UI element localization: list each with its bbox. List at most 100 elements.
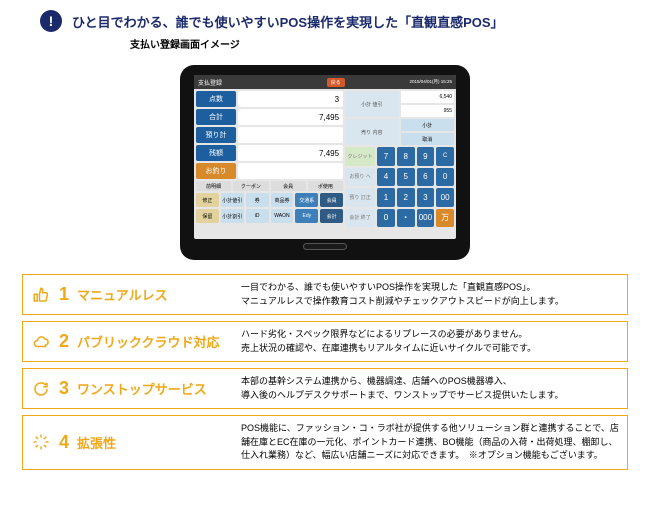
strip-cell[interactable]: 小計割引	[221, 209, 244, 223]
keypad-key-0[interactable]: 0	[436, 168, 454, 187]
change-label: お釣り	[196, 163, 236, 179]
pos-screen: 支払登録 戻る 2015/04/01(月) 15:25 点数3 合計7,495 …	[194, 75, 456, 239]
count-label: 点数	[196, 91, 236, 107]
keypad-key-00[interactable]: 00	[436, 188, 454, 207]
feature-desc: 本部の基幹システム連携から、機器調達、店舗へのPOS機器導入、導入後のヘルプデス…	[233, 369, 627, 408]
small-cell[interactable]: ポ使用	[308, 181, 343, 191]
feature-left: 1 マニュアルレス	[23, 275, 233, 314]
feature-desc: ハード劣化・スペック限界などによるリプレースの必要がありません。売上状況の確認や…	[233, 322, 627, 361]
cycle-icon	[31, 379, 51, 399]
strip-cell[interactable]: 商品券	[271, 193, 294, 207]
azukari-cell[interactable]: 預り 訂正	[345, 188, 375, 207]
keypad-key-5[interactable]: 5	[397, 168, 415, 187]
hero-subtitle: 支払い登録画面イメージ	[130, 36, 610, 51]
strip-1: 修正 小計値引 券 商品券 交通系 会員	[196, 193, 343, 207]
feature-left: 3 ワンストップサービス	[23, 369, 233, 408]
total-label: 合計	[196, 109, 236, 125]
right-top: 小計 値引 売り 内容 6,540 955 小計 取消	[345, 91, 454, 145]
pos-main: 点数3 合計7,495 預り計 残額7,495 お釣り 前明細 クーポン 会員 …	[194, 89, 456, 239]
credit-cell[interactable]: クレジット	[345, 147, 375, 166]
topbar-title: 支払登録	[198, 78, 222, 87]
feature-title: マニュアルレス	[77, 285, 168, 304]
feature-title: ワンストップサービス	[77, 379, 207, 398]
sub-cell[interactable]: 取消	[401, 133, 454, 145]
back-button[interactable]: 戻る	[327, 78, 345, 87]
keypad-key-1[interactable]: 1	[377, 188, 395, 207]
keypad-key-6[interactable]: 6	[417, 168, 435, 187]
strip-cell[interactable]: 券	[246, 193, 269, 207]
deposit-label: 預り計	[196, 127, 236, 143]
keypad-key-0[interactable]: 0	[377, 209, 395, 228]
keypad-key-3[interactable]: 3	[417, 188, 435, 207]
small-cell[interactable]: クーポン	[233, 181, 268, 191]
feature-title: 拡張性	[77, 433, 116, 452]
hero-head: ! ひと目でわかる、誰でも使いやすいPOS操作を実現した「直観直感POS」	[40, 10, 610, 32]
pos-topbar: 支払登録 戻る 2015/04/01(月) 15:25	[194, 75, 456, 89]
small-row: 前明細 クーポン 会員 ポ使用	[196, 181, 343, 191]
exclamation-icon: !	[40, 10, 62, 32]
feature-number: 1	[59, 284, 69, 305]
keypad-key-9[interactable]: 9	[417, 147, 435, 166]
kaikei-cell[interactable]: 会計 終了	[345, 209, 375, 228]
deposit-value	[238, 127, 343, 143]
topbar-right: 2015/04/01(月) 15:25	[409, 80, 452, 85]
rtop-right: 6,540 955 小計 取消	[401, 91, 454, 145]
mini-amount: 6,540	[401, 91, 454, 103]
keypad-key-・[interactable]: ・	[397, 209, 415, 228]
small-cell[interactable]: 前明細	[196, 181, 231, 191]
feature-number: 2	[59, 331, 69, 352]
rtop-cell[interactable]: 小計 値引	[345, 91, 398, 117]
feature-desc: 一目でわかる、誰でも使いやすいPOS操作を実現した「直観直感POS」。マニュアル…	[233, 275, 627, 314]
feature-1: 1 マニュアルレス 一目でわかる、誰でも使いやすいPOS操作を実現した「直観直感PO…	[22, 274, 628, 315]
keypad-key-万[interactable]: 万	[436, 209, 454, 228]
strip-cell[interactable]: 修正	[196, 193, 219, 207]
hero-title: ひと目でわかる、誰でも使いやすいPOS操作を実現した「直観直感POS」	[72, 12, 504, 31]
feature-desc: POS機能に、ファッション・コ・ラボ社が提供する他ソリューション群と連携すること…	[233, 416, 627, 469]
keypad-key-000[interactable]: 000	[417, 209, 435, 228]
keypad-key-4[interactable]: 4	[377, 168, 395, 187]
tablet-mockup: 支払登録 戻る 2015/04/01(月) 15:25 点数3 合計7,495 …	[180, 65, 470, 260]
change-value	[238, 163, 343, 179]
rtop-cell[interactable]: 売り 内容	[345, 119, 398, 145]
hero: ! ひと目でわかる、誰でも使いやすいPOS操作を実現した「直観直感POS」 支払…	[0, 0, 650, 57]
pos-right: 小計 値引 売り 内容 6,540 955 小計 取消 クレジット お預り へ …	[345, 91, 454, 237]
pos-left: 点数3 合計7,495 預り計 残額7,495 お釣り 前明細 クーポン 会員 …	[196, 91, 343, 237]
strip-cell[interactable]: 会計	[320, 209, 343, 223]
sub-cell[interactable]: 小計	[401, 119, 454, 131]
mini-amount: 955	[401, 105, 454, 117]
count-value: 3	[238, 91, 343, 107]
cloud-icon	[31, 332, 51, 352]
home-button[interactable]	[303, 243, 347, 250]
strip-2: 保留 小計割引 iD WAON Edy 会計	[196, 209, 343, 223]
keypad-key-2[interactable]: 2	[397, 188, 415, 207]
strip-cell[interactable]: 会員	[320, 193, 343, 207]
feature-4: 4 拡張性 POS機能に、ファッション・コ・ラボ社が提供する他ソリューション群と連携…	[22, 415, 628, 470]
strip-cell[interactable]: WAON	[271, 209, 294, 223]
right-mid: クレジット お預り へ 預り 訂正 会計 終了 789C4560123000・0…	[345, 147, 454, 227]
feature-left: 2パブリッククラウド対応	[23, 322, 233, 361]
feature-3: 3 ワンストップサービス 本部の基幹システム連携から、機器調達、店舗へのPOS機器導…	[22, 368, 628, 409]
small-cell[interactable]: 会員	[271, 181, 306, 191]
oazukari-cell[interactable]: お預り へ	[345, 168, 375, 187]
rmid-left: クレジット お預り へ 預り 訂正 会計 終了	[345, 147, 375, 227]
balance-value: 7,495	[238, 145, 343, 161]
strip-cell[interactable]: Edy	[295, 209, 318, 223]
keypad-key-8[interactable]: 8	[397, 147, 415, 166]
feature-number: 3	[59, 378, 69, 399]
keypad-key-C[interactable]: C	[436, 147, 454, 166]
balance-label: 残額	[196, 145, 236, 161]
feature-number: 4	[59, 432, 69, 453]
strip-cell[interactable]: 保留	[196, 209, 219, 223]
feature-left: 4 拡張性	[23, 416, 233, 469]
strip-cell[interactable]: 小計値引	[221, 193, 244, 207]
expand-icon	[31, 432, 51, 452]
keypad: 789C4560123000・000万	[377, 147, 454, 227]
topbar-datetime: 2015/04/01(月) 15:25	[409, 80, 452, 85]
feature-2: 2パブリッククラウド対応ハード劣化・スペック限界などによるリプレースの必要があり…	[22, 321, 628, 362]
rtop-left: 小計 値引 売り 内容	[345, 91, 398, 145]
strip-cell[interactable]: iD	[246, 209, 269, 223]
feature-list: 1 マニュアルレス 一目でわかる、誰でも使いやすいPOS操作を実現した「直観直感PO…	[0, 274, 650, 482]
thumb-icon	[31, 285, 51, 305]
strip-cell[interactable]: 交通系	[295, 193, 318, 207]
keypad-key-7[interactable]: 7	[377, 147, 395, 166]
